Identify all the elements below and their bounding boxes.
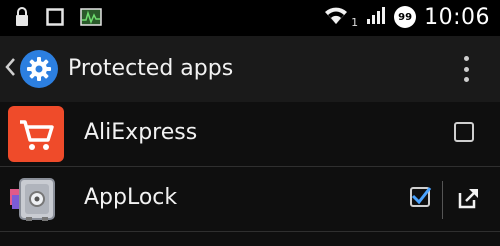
activity-monitor-icon [80,8,102,30]
wifi-icon [323,4,349,30]
network-indicator: 1 [351,15,359,29]
square-icon [46,8,64,30]
status-right-icons: 1 99 10:06 [323,4,490,30]
status-time: 10:06 [424,4,490,30]
lock-icon [14,7,30,31]
app-name: AppLock [84,185,178,210]
aliexpress-cart-icon [8,106,64,162]
protected-apps-list: AliExpress AppLock [0,102,500,232]
battery-icon: 99 [394,6,417,28]
list-item-aliexpress[interactable]: AliExpress [0,102,500,167]
app-name: AliExpress [84,120,198,145]
open-external-icon[interactable] [456,187,480,211]
back-chevron-icon[interactable] [4,56,16,82]
page-title: Protected apps [68,56,234,81]
overflow-menu-icon[interactable] [462,56,470,82]
status-left-icons [14,7,102,31]
applock-safe-icon [8,171,64,227]
battery-level: 99 [398,11,413,23]
settings-gear-icon[interactable] [20,50,58,88]
checkmark-icon [411,187,432,205]
list-item-applock[interactable]: AppLock [0,167,500,232]
status-bar: 1 99 10:06 [0,0,500,36]
action-bar: Protected apps [0,36,500,102]
row-divider [442,181,443,219]
signal-icon [366,5,386,29]
protect-checkbox[interactable] [454,122,474,142]
protect-checkbox[interactable] [410,187,432,207]
